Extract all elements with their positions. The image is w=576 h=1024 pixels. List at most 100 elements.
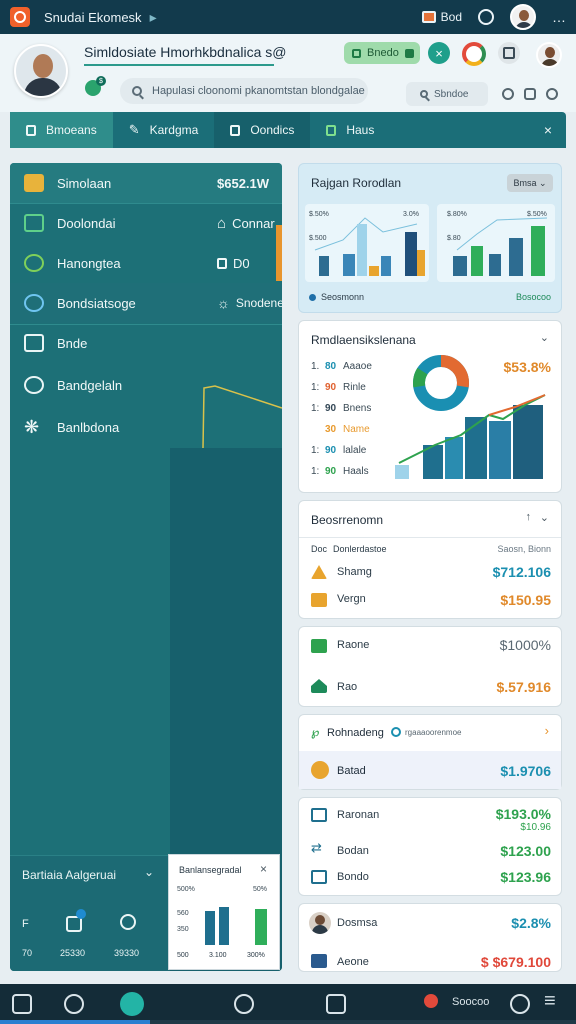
chart-bar — [381, 256, 391, 276]
axis-label: $.80% — [447, 211, 467, 218]
home-nav-icon[interactable] — [12, 994, 32, 1014]
tab-oondics[interactable]: Oondics — [214, 112, 311, 148]
action-pill-button[interactable]: Bnedo — [344, 42, 420, 64]
row-number: 90 — [325, 382, 337, 393]
app-logo-icon[interactable] — [10, 7, 30, 27]
clock-nav-icon[interactable] — [510, 994, 530, 1014]
row-number: 80 — [325, 361, 337, 372]
chart-bar — [489, 254, 501, 276]
tab-home-icon — [26, 124, 36, 136]
checkbox-icon[interactable] — [311, 870, 327, 884]
sidebar-item-bondsiatsoge[interactable]: Bondsiatsoge ☼ Snodene — [10, 283, 282, 323]
ranking-row[interactable]: Batad $1.9706 — [299, 751, 561, 789]
sidebar-item-label: Simolaan — [57, 175, 112, 191]
chat-nav-icon[interactable] — [120, 992, 144, 1016]
chart-bar — [357, 224, 367, 276]
sidebar-item-value: D0 — [233, 255, 250, 271]
chart-bar — [369, 266, 379, 276]
row-number: 90 — [325, 466, 337, 477]
sidebar-item-simolaan[interactable]: Simolaan $652.1W — [10, 163, 282, 203]
right-mini-chart-svg: $.80% $.50% $.80 — [447, 211, 548, 276]
row-value: $123.00 — [500, 843, 551, 859]
row-prefix: 1: — [311, 403, 320, 414]
google-icon[interactable] — [462, 42, 486, 66]
trade-card: Raone $1000% Rao $.57.916 — [298, 626, 562, 707]
row-value: $150.95 — [500, 592, 551, 608]
sidebar-item-label: Bandgelaln — [57, 377, 123, 393]
axis-label: 350 — [177, 926, 189, 933]
chevron-down-icon[interactable]: ⌄ — [540, 511, 549, 524]
row-prefix: 1: — [311, 445, 320, 456]
axis-label: $.500 — [309, 235, 327, 242]
sidebar-item-value: Connar — [232, 215, 275, 231]
sidebar-item-label: Bondsiatsoge — [57, 295, 136, 311]
bottom-value: 25330 — [60, 948, 86, 958]
row-label: Vergn — [337, 593, 366, 605]
tab-kardgma[interactable]: ✎ Kardgma — [113, 112, 215, 148]
title-underline — [84, 64, 274, 66]
coin-icon — [311, 761, 329, 779]
sidebar-item-value-wrap: D0 — [217, 256, 250, 271]
tab-close-icon[interactable]: × — [544, 112, 566, 148]
compass-nav-icon[interactable] — [64, 994, 84, 1014]
top-bar: Snudai Ekomesk ▸ Bod … — [0, 0, 576, 34]
transfer-icon: ⇄ — [311, 840, 322, 855]
tab-bmoeans[interactable]: Bmoeans — [10, 112, 113, 148]
sidebar-bottom-panel: Bartiaia Aalgeruai ⌄ F 70 25330 39330 — [10, 855, 170, 971]
user-avatar[interactable] — [510, 4, 536, 30]
settings-icon[interactable] — [502, 88, 514, 100]
contact-avatar[interactable] — [309, 912, 331, 934]
row-prefix: 1: — [311, 382, 320, 393]
profile-avatar[interactable] — [14, 44, 68, 98]
page-header: Simldosiate Hmorhkbdnalica s@ $ Hapulasi… — [0, 34, 576, 112]
wallet-label: Bod — [440, 10, 462, 24]
chevron-right-icon[interactable]: › — [545, 723, 549, 738]
chat-icon[interactable] — [498, 42, 520, 64]
chevron-down-icon[interactable]: ⌄ — [144, 865, 154, 879]
profile-summary-card: Dosmsa $2.8% Aeone $ $679.100 — [298, 903, 562, 972]
calendar-icon — [24, 174, 44, 192]
tab-haus[interactable]: Haus — [310, 112, 390, 148]
sidebar-item-bnde[interactable]: Bnde — [10, 323, 282, 363]
chevron-down-icon[interactable]: ⌄ — [540, 331, 549, 344]
database-icon[interactable] — [120, 914, 136, 930]
sort-icon[interactable]: ↑ — [526, 511, 532, 523]
right-mini-chart: $.80% $.50% $.80 — [437, 204, 555, 282]
avatar-head — [315, 915, 325, 925]
x-axis-label: 500 — [177, 952, 189, 959]
menu-icon[interactable]: … — [552, 9, 566, 25]
header-avatar[interactable] — [536, 42, 562, 68]
record-nav-icon[interactable] — [424, 994, 438, 1008]
wallet-button[interactable]: Bod — [421, 10, 462, 24]
sidebar-item-value: $652.1W — [217, 175, 270, 191]
mini-chart-svg: 500% 50% 560 350 500 3.100 300% — [177, 886, 267, 959]
sidebar-item-value: Snodene — [235, 296, 282, 310]
sidebar-chart-line — [202, 385, 282, 448]
notification-icon[interactable] — [478, 9, 494, 25]
refresh-icon[interactable] — [524, 88, 536, 100]
overview-card: Rajgan Rorodlan Bmsa ⌄ $.50% 3.0% $.500 … — [298, 163, 562, 313]
footer-left: Seosmonn — [321, 292, 365, 302]
chart-bar — [445, 437, 463, 479]
search-bar[interactable]: Hapulasi cloonomi pkanomtstan blondgalae — [120, 78, 368, 104]
sidebar-item-doolondai[interactable]: Doolondai ⌂ Connar — [10, 203, 282, 243]
sidebar-item-hanongtea[interactable]: Hanongtea D0 — [10, 243, 282, 283]
clock-icon — [24, 376, 44, 394]
secondary-search[interactable]: Sbndoe — [406, 82, 488, 106]
help-icon[interactable] — [546, 88, 558, 100]
document-nav-icon[interactable] — [326, 994, 346, 1014]
network-icon: ❋ — [24, 416, 40, 437]
search-placeholder: Hapulasi cloonomi pkanomtstan blondgalae — [152, 85, 365, 97]
left-mini-chart: $.50% 3.0% $.500 — [305, 204, 429, 282]
chart-bar — [489, 421, 511, 479]
shield-nav-icon[interactable] — [234, 994, 254, 1014]
grid-icon — [311, 593, 327, 607]
bottom-panel-title: Bartiaia Aalgeruai — [22, 868, 117, 882]
overview-filter-button[interactable]: Bmsa ⌄ — [507, 174, 553, 192]
close-circle-icon[interactable]: × — [428, 42, 450, 64]
secondary-search-icon — [420, 90, 428, 98]
page-title: Simldosiate Hmorhkbdnalica s@ — [84, 44, 287, 60]
hamburger-menu-icon[interactable]: ≡ — [544, 990, 556, 1013]
card-title: Rohnadeng — [327, 727, 384, 739]
axis-label: 50% — [253, 886, 267, 893]
